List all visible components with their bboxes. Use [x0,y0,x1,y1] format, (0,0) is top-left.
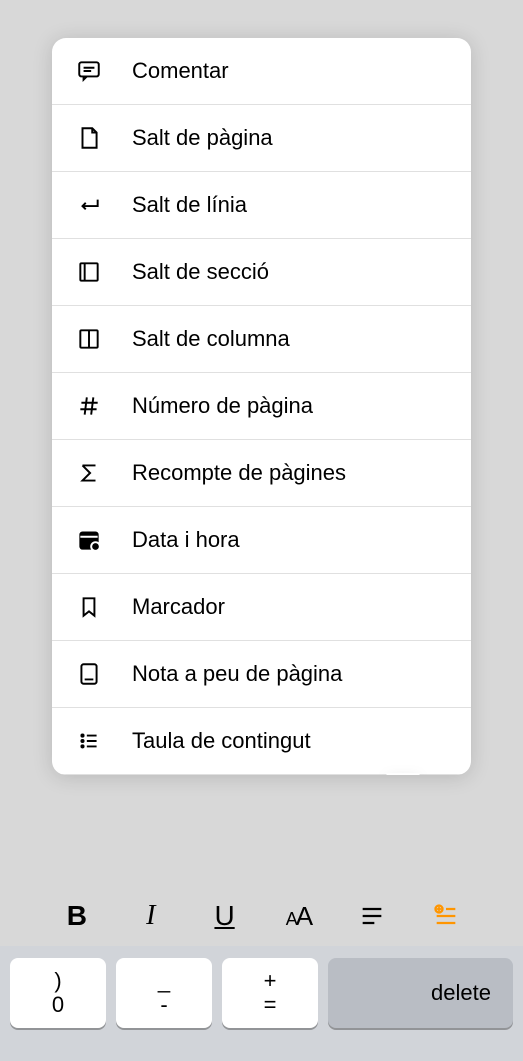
align-button[interactable] [352,896,392,936]
italic-label: I [146,900,155,932]
menu-item-page-count[interactable]: Recompte de pàgines [52,440,471,507]
menu-item-label: Comentar [132,58,229,84]
menu-item-label: Salt de pàgina [132,125,273,151]
bookmark-icon [74,592,104,622]
keyboard-row: ) 0 _ - + = delete [0,946,523,1061]
menu-item-page-number[interactable]: Número de pàgina [52,373,471,440]
menu-item-column-break[interactable]: Salt de columna [52,306,471,373]
hash-icon [74,391,104,421]
section-icon [74,257,104,287]
menu-item-label: Salt de secció [132,259,269,285]
menu-item-label: Nota a peu de pàgina [132,661,342,687]
key-bottom: 0 [52,993,64,1017]
key-bottom: = [264,993,277,1017]
bold-label: B [67,900,87,932]
bold-button[interactable]: B [57,896,97,936]
sigma-icon [74,458,104,488]
key-plus-equals[interactable]: + = [222,958,318,1028]
italic-button[interactable]: I [131,896,171,936]
key-paren-zero[interactable]: ) 0 [10,958,106,1028]
menu-item-label: Recompte de pàgines [132,460,346,486]
key-top: + [264,969,277,993]
textsize-button[interactable]: AA [278,896,318,936]
align-icon [358,902,386,930]
menu-item-label: Data i hora [132,527,240,553]
popover-tail [385,773,421,775]
key-top: ) [54,969,61,993]
calendar-icon [74,525,104,555]
return-icon [74,190,104,220]
menu-item-label: Taula de contingut [132,728,311,754]
menu-item-footnote[interactable]: Nota a peu de pàgina [52,641,471,708]
column-icon [74,324,104,354]
menu-item-section-break[interactable]: Salt de secció [52,239,471,306]
menu-item-page-break[interactable]: Salt de pàgina [52,105,471,172]
format-toolbar: B I U AA [0,886,523,946]
footnote-icon [74,659,104,689]
menu-item-line-break[interactable]: Salt de línia [52,172,471,239]
menu-item-label: Salt de columna [132,326,290,352]
list-icon [74,726,104,756]
underline-button[interactable]: U [205,896,245,936]
delete-label: delete [431,980,491,1006]
menu-item-bookmark[interactable]: Marcador [52,574,471,641]
textsize-label: AA [286,901,311,932]
menu-item-comment[interactable]: Comentar [52,38,471,105]
menu-item-label: Número de pàgina [132,393,313,419]
menu-item-toc[interactable]: Taula de contingut [52,708,471,775]
menu-item-label: Marcador [132,594,225,620]
insert-icon [432,902,460,930]
key-top: _ [158,969,170,993]
insert-button[interactable] [426,896,466,936]
page-icon [74,123,104,153]
menu-item-date-time[interactable]: Data i hora [52,507,471,574]
key-delete[interactable]: delete [328,958,513,1028]
underline-label: U [214,900,234,932]
menu-item-label: Salt de línia [132,192,247,218]
key-bottom: - [160,993,167,1017]
comment-icon [74,56,104,86]
key-underscore-dash[interactable]: _ - [116,958,212,1028]
insert-menu: Comentar Salt de pàgina Salt de línia Sa… [52,38,471,775]
